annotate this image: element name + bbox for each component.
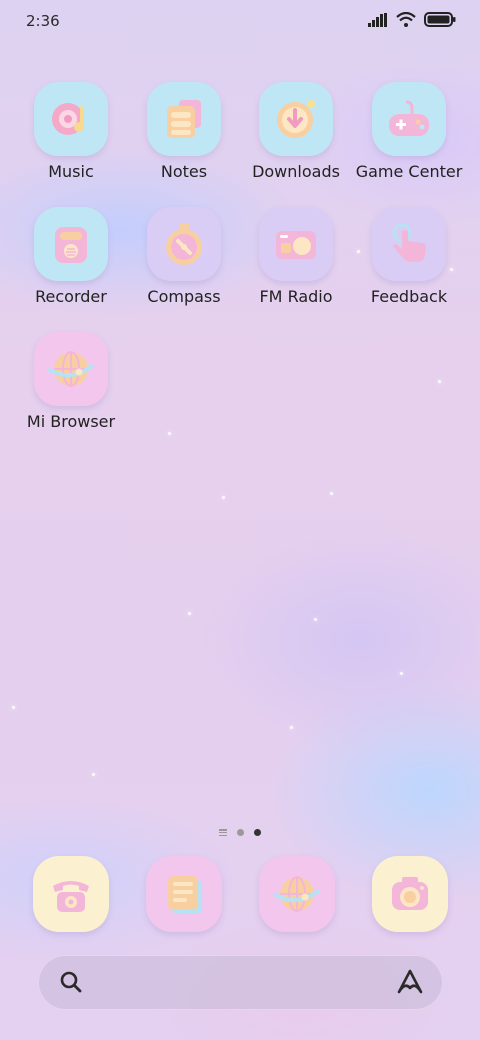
signal-icon [368,12,387,27]
app-notes[interactable]: Notes [129,82,239,181]
page-dot[interactable] [237,829,244,836]
app-label: Recorder [35,287,107,306]
browser-globe-icon [34,332,108,406]
app-feedback[interactable]: Feedback [354,207,464,306]
dock-phone[interactable] [33,856,109,932]
dock-camera[interactable] [372,856,448,932]
downloads-icon [259,82,333,156]
notes-icon [168,876,202,914]
dock-notes[interactable] [146,856,222,932]
recorder-icon [34,207,108,281]
notes-icon [147,82,221,156]
page-dot-active[interactable] [254,829,261,836]
app-downloads[interactable]: Downloads [241,82,351,181]
app-fm-radio[interactable]: FM Radio [241,207,351,306]
page-indicator[interactable] [0,829,480,836]
app-recorder[interactable]: Recorder [16,207,126,306]
gamepad-icon [372,82,446,156]
app-label: FM Radio [259,287,333,306]
page-list-icon[interactable] [219,829,227,836]
app-game-center[interactable]: Game Center [354,82,464,181]
compass-icon [147,207,221,281]
browser-icon [274,876,320,912]
search-bar[interactable] [38,955,443,1010]
app-label: Notes [160,162,208,181]
status-bar: 2:36 [0,0,480,44]
clock: 2:36 [26,12,60,30]
music-icon [34,82,108,156]
app-label: Music [48,162,94,181]
battery-icon [424,12,456,27]
app-mi-browser[interactable]: Mi Browser [16,332,126,431]
app-compass[interactable]: Compass [129,207,239,306]
app-label: Feedback [370,287,448,306]
phone-icon [53,881,89,912]
assistant-icon[interactable] [395,968,425,996]
wifi-icon [396,12,416,27]
camera-icon [392,877,428,910]
app-label: Compass [147,287,221,306]
app-music[interactable]: Music [16,82,126,181]
dock-browser[interactable] [259,856,335,932]
radio-icon [259,207,333,281]
search-icon[interactable] [58,969,84,995]
app-label: Downloads [252,162,340,181]
app-label: Game Center [355,162,463,181]
app-label: Mi Browser [26,412,116,431]
pointer-hand-icon [372,207,446,281]
